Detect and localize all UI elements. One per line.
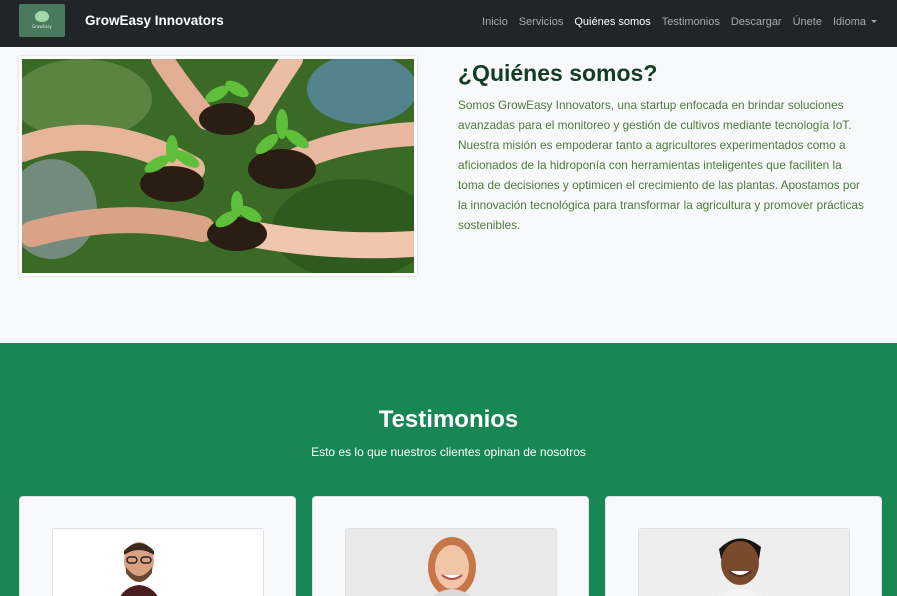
logo-text: GrowEasy	[32, 24, 52, 29]
navbar: GrowEasy GrowEasy Innovators Inicio Serv…	[0, 0, 897, 47]
testimonial-card	[19, 496, 296, 596]
testimonial-photo	[638, 528, 850, 596]
testimonials-section: Testimonios Esto es lo que nuestros clie…	[0, 343, 897, 596]
nav-link-quienes-somos[interactable]: Quiénes somos	[574, 16, 650, 28]
testimonial-photo	[345, 528, 557, 596]
about-title: ¿Quiénes somos?	[458, 60, 658, 86]
testimonial-card	[605, 496, 882, 596]
brand-name[interactable]: GrowEasy Innovators	[85, 13, 224, 28]
language-dropdown[interactable]: Idioma	[833, 16, 877, 28]
testimonial-card	[312, 496, 589, 596]
language-label: Idioma	[832, 16, 866, 28]
testimonial-photo	[52, 528, 264, 596]
nav-links: Inicio Servicios Quiénes somos Testimoni…	[482, 16, 877, 28]
nav-link-inicio[interactable]: Inicio	[482, 16, 508, 28]
nav-link-servicios[interactable]: Servicios	[519, 16, 564, 28]
caret-down-icon	[871, 20, 877, 23]
about-text: Somos GrowEasy Innovators, una startup e…	[458, 98, 864, 232]
testimonials-subtitle: Esto es lo que nuestros clientes opinan …	[311, 445, 586, 459]
logo-image[interactable]: GrowEasy	[19, 4, 65, 37]
nav-link-testimonios[interactable]: Testimonios	[662, 16, 720, 28]
leaf-icon	[35, 11, 49, 22]
nav-link-descargar[interactable]: Descargar	[731, 16, 782, 28]
testimonials-title: Testimonios	[378, 406, 519, 433]
nav-link-unete[interactable]: Únete	[793, 16, 822, 28]
about-image	[19, 56, 417, 276]
